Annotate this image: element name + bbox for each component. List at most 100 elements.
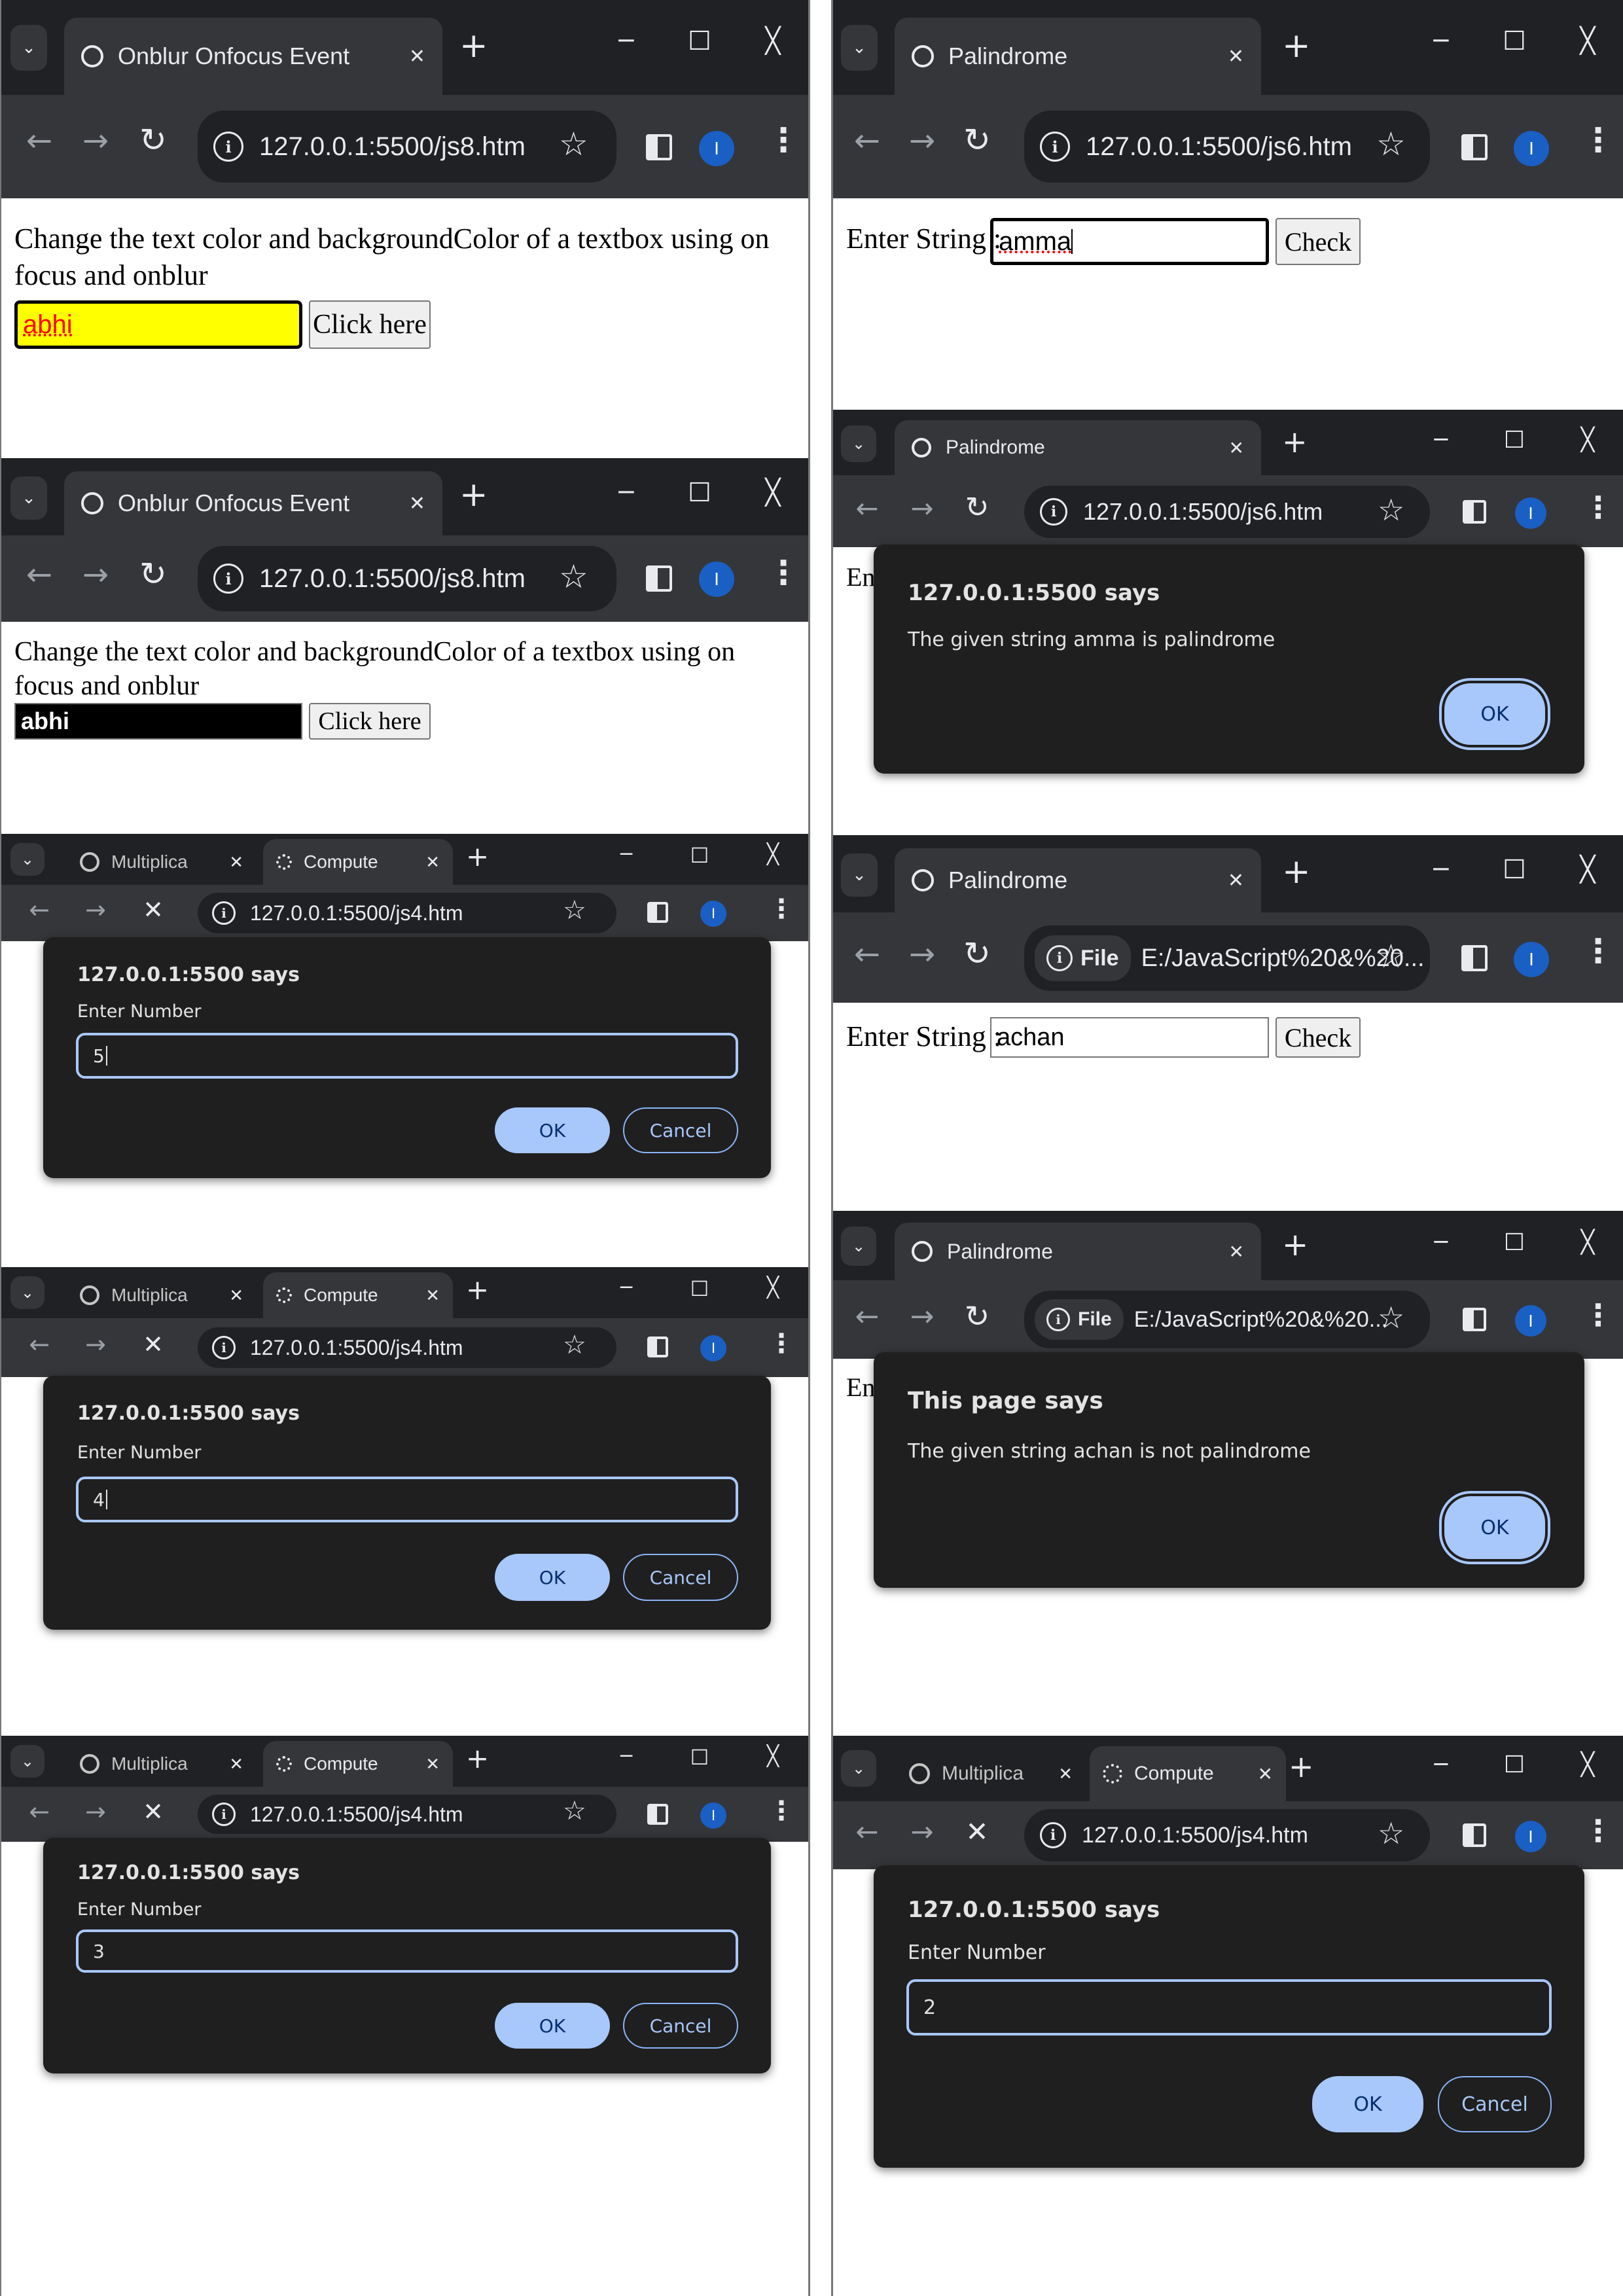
- tab-search-button[interactable]: ⌄: [10, 843, 45, 876]
- side-panel-icon[interactable]: [1461, 134, 1488, 160]
- tab-search-button[interactable]: ⌄: [841, 425, 876, 462]
- forward-arrow-icon[interactable]: →: [902, 1300, 942, 1333]
- click-here-button[interactable]: Click here: [309, 300, 431, 349]
- tab-compute[interactable]: Compute ✕: [263, 1741, 453, 1787]
- reload-icon[interactable]: ↻: [134, 555, 173, 593]
- new-tab-button[interactable]: +: [1282, 26, 1311, 65]
- menu-kebab-icon[interactable]: ⋮: [767, 554, 800, 592]
- site-info-icon[interactable]: i: [1040, 132, 1070, 162]
- new-tab-button[interactable]: +: [466, 1274, 489, 1306]
- profile-avatar[interactable]: I: [1514, 131, 1549, 166]
- bookmark-star-icon[interactable]: ☆: [1378, 1816, 1404, 1851]
- minimize-button[interactable]: ─: [1425, 855, 1457, 884]
- tab-search-button[interactable]: ⌄: [841, 25, 878, 71]
- forward-arrow-icon[interactable]: →: [76, 1797, 115, 1826]
- profile-avatar[interactable]: I: [1515, 1821, 1546, 1852]
- forward-arrow-icon[interactable]: →: [902, 936, 942, 973]
- tab-close-icon[interactable]: ✕: [1258, 1763, 1273, 1785]
- close-window-button[interactable]: ╳: [757, 843, 789, 866]
- prompt-input[interactable]: 3: [76, 1929, 738, 1973]
- menu-kebab-icon[interactable]: ⋮: [768, 1329, 794, 1359]
- side-panel-icon[interactable]: [646, 565, 672, 592]
- profile-avatar[interactable]: I: [1515, 497, 1546, 529]
- site-info-icon[interactable]: i: [212, 1803, 236, 1826]
- close-window-button[interactable]: ╳: [1571, 427, 1604, 453]
- address-bar[interactable]: i 127.0.0.1:5500/js4.htm: [198, 893, 616, 933]
- tab-compute[interactable]: Compute ✕: [263, 1272, 453, 1318]
- tab-palindrome[interactable]: Palindrome ✕: [895, 848, 1261, 912]
- file-chip[interactable]: i File: [1035, 1299, 1124, 1340]
- close-window-button[interactable]: ╳: [757, 1276, 789, 1299]
- blurred-textbox[interactable]: abhi: [14, 703, 302, 740]
- tab-palindrome[interactable]: Palindrome ✕: [895, 420, 1261, 475]
- cancel-button[interactable]: Cancel: [623, 2003, 738, 2049]
- tab-onblur-onfocus[interactable]: Onblur Onfocus Event ✕: [64, 18, 442, 95]
- site-info-icon[interactable]: i: [1040, 498, 1067, 526]
- menu-kebab-icon[interactable]: ⋮: [768, 894, 794, 924]
- site-info-icon[interactable]: i: [213, 132, 243, 162]
- menu-kebab-icon[interactable]: ⋮: [1583, 490, 1613, 525]
- side-panel-icon[interactable]: [1461, 945, 1488, 971]
- bookmark-star-icon[interactable]: ☆: [1376, 937, 1406, 975]
- maximize-button[interactable]: ☐: [683, 1745, 716, 1770]
- tab-close-icon[interactable]: ✕: [1058, 1764, 1073, 1784]
- menu-kebab-icon[interactable]: ⋮: [767, 121, 800, 159]
- address-bar[interactable]: i 127.0.0.1:5500/js4.htm: [198, 1327, 616, 1368]
- maximize-button[interactable]: ☐: [1498, 26, 1531, 56]
- bookmark-star-icon[interactable]: ☆: [1376, 125, 1406, 163]
- back-arrow-icon[interactable]: ←: [20, 1330, 59, 1359]
- tab-close-icon[interactable]: ✕: [1228, 869, 1244, 892]
- side-panel-icon[interactable]: [646, 134, 672, 160]
- string-input[interactable]: achan: [990, 1017, 1269, 1058]
- tab-compute[interactable]: Compute ✕: [1090, 1746, 1286, 1801]
- minimize-button[interactable]: ─: [610, 478, 643, 507]
- ok-button[interactable]: OK: [495, 1554, 610, 1601]
- menu-kebab-icon[interactable]: ⋮: [1582, 121, 1614, 159]
- cancel-button[interactable]: Cancel: [623, 1107, 738, 1153]
- maximize-button[interactable]: ☐: [683, 1276, 716, 1301]
- reload-icon[interactable]: ↻: [134, 121, 173, 159]
- minimize-button[interactable]: ─: [610, 26, 643, 55]
- address-bar[interactable]: i 127.0.0.1:5500/js4.htm: [1024, 1809, 1430, 1861]
- new-tab-button[interactable]: +: [1282, 424, 1308, 459]
- back-arrow-icon[interactable]: ←: [20, 122, 59, 159]
- prompt-input[interactable]: 4: [76, 1477, 738, 1522]
- close-window-button[interactable]: ╳: [757, 478, 789, 507]
- maximize-button[interactable]: ☐: [1498, 855, 1531, 885]
- maximize-button[interactable]: ☐: [683, 478, 716, 508]
- tab-close-icon[interactable]: ✕: [425, 852, 440, 872]
- new-tab-button[interactable]: +: [466, 840, 489, 872]
- tab-close-icon[interactable]: ✕: [229, 1285, 243, 1306]
- tab-search-button[interactable]: ⌄: [841, 1227, 876, 1266]
- forward-arrow-icon[interactable]: →: [902, 122, 942, 159]
- ok-button[interactable]: OK: [495, 2003, 610, 2049]
- side-panel-icon[interactable]: [1463, 500, 1486, 524]
- side-panel-icon[interactable]: [647, 1336, 668, 1357]
- side-panel-icon[interactable]: [647, 1804, 668, 1825]
- close-window-button[interactable]: ╳: [1571, 1229, 1604, 1255]
- minimize-button[interactable]: ─: [1425, 26, 1457, 55]
- address-bar[interactable]: i 127.0.0.1:5500/js8.htm: [198, 546, 616, 611]
- ok-button[interactable]: OK: [1312, 2076, 1423, 2132]
- back-arrow-icon[interactable]: ←: [847, 1816, 887, 1848]
- tab-search-button[interactable]: ⌄: [10, 1276, 45, 1309]
- cancel-button[interactable]: Cancel: [1438, 2076, 1552, 2132]
- minimize-button[interactable]: ─: [1425, 1229, 1457, 1255]
- bookmark-star-icon[interactable]: ☆: [563, 1796, 586, 1826]
- new-tab-button[interactable]: +: [459, 475, 488, 514]
- back-arrow-icon[interactable]: ←: [847, 122, 887, 159]
- maximize-button[interactable]: ☐: [683, 843, 716, 868]
- profile-avatar[interactable]: I: [700, 901, 726, 927]
- tab-multiplication[interactable]: Multiplica ✕: [67, 1741, 257, 1787]
- back-arrow-icon[interactable]: ←: [20, 1797, 59, 1826]
- tab-palindrome[interactable]: Palindrome ✕: [895, 1223, 1261, 1280]
- menu-kebab-icon[interactable]: ⋮: [1583, 1297, 1613, 1333]
- stop-loading-icon[interactable]: ✕: [957, 1816, 997, 1848]
- new-tab-button[interactable]: +: [466, 1742, 489, 1774]
- tab-close-icon[interactable]: ✕: [425, 1285, 440, 1306]
- focused-textbox[interactable]: abhi: [14, 300, 302, 349]
- tab-close-icon[interactable]: ✕: [1228, 45, 1244, 68]
- minimize-button[interactable]: ─: [610, 1745, 643, 1768]
- maximize-button[interactable]: ☐: [683, 26, 716, 56]
- bookmark-star-icon[interactable]: ☆: [1378, 1300, 1404, 1335]
